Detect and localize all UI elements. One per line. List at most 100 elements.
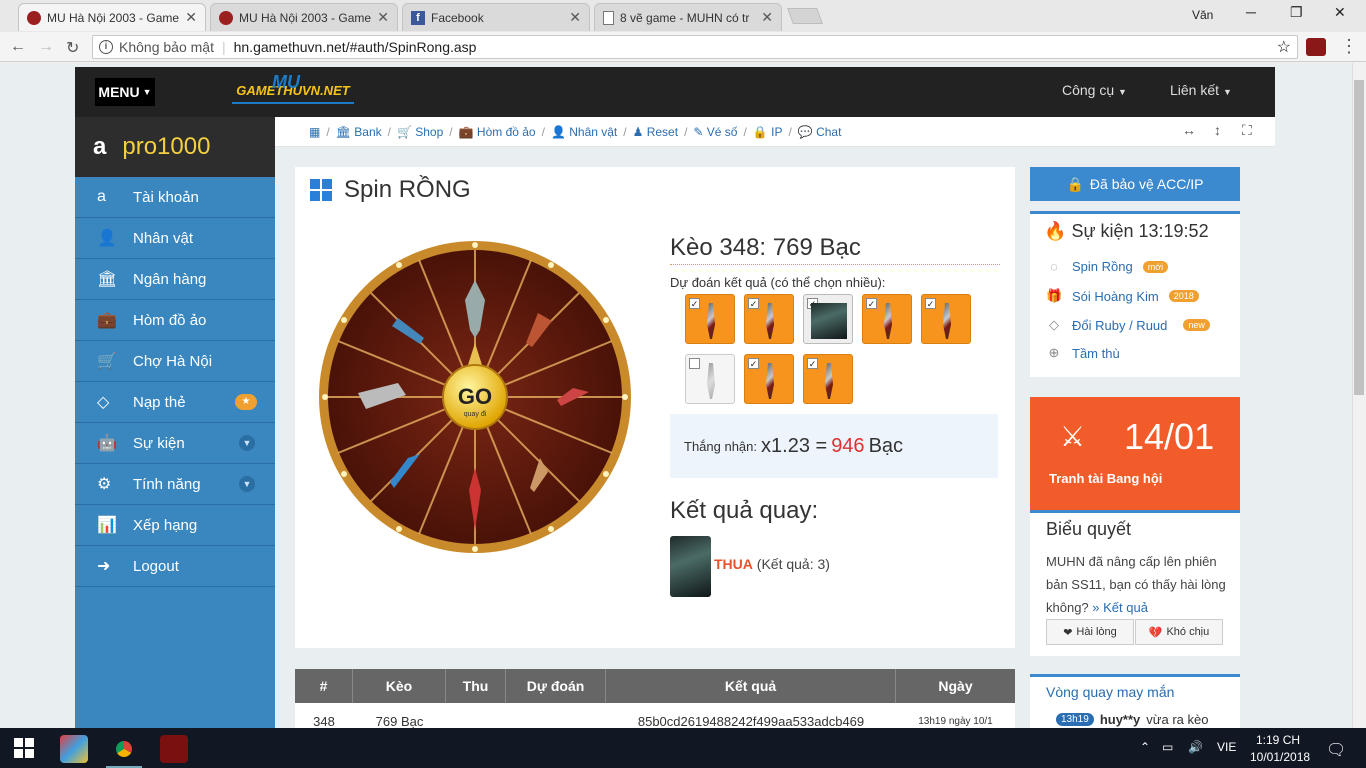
checkbox[interactable] bbox=[689, 358, 700, 369]
horizontal-resize-icon[interactable]: ↔ bbox=[1182, 122, 1196, 138]
menu-button[interactable]: MENU ▼ bbox=[95, 78, 155, 106]
site-logo-mu: MU bbox=[272, 72, 300, 92]
bookmark-star-icon[interactable]: ☆ bbox=[1277, 37, 1291, 57]
browser-tab-4[interactable]: 8 vẽ game - MUHN có tr ✕ bbox=[594, 3, 782, 31]
clock-date[interactable]: 10/01/2018 bbox=[1250, 750, 1310, 764]
reload-icon[interactable]: ↻ bbox=[66, 38, 79, 58]
checkbox[interactable]: ✓ bbox=[925, 298, 936, 309]
caret-down-icon: ▼ bbox=[1222, 87, 1232, 97]
breadcrumb-character[interactable]: 👤 Nhân vật bbox=[551, 125, 617, 139]
forward-icon[interactable]: → bbox=[38, 38, 54, 56]
close-tab-icon[interactable]: ✕ bbox=[569, 9, 581, 26]
event-spin-rong[interactable]: ◌ Spin Rồng mới bbox=[1046, 259, 1169, 274]
breadcrumb-reset[interactable]: ♟ Reset bbox=[633, 125, 678, 139]
notifications-icon[interactable]: 🗨 bbox=[1326, 740, 1346, 760]
protect-account-button[interactable]: 🔒 Đã bảo vệ ACC/IP bbox=[1030, 167, 1240, 201]
checkbox[interactable]: ✓ bbox=[748, 298, 759, 309]
url-bar[interactable]: i Không bảo mật | hn.gamethuvn.net/#auth… bbox=[92, 35, 1298, 59]
poll-text: MUHN đã nâng cấp lên phiên bản SS11, bạn… bbox=[1046, 554, 1226, 615]
bank-icon: 🏛 bbox=[97, 271, 118, 288]
close-tab-icon[interactable]: ✕ bbox=[377, 9, 389, 26]
sidebar-item-logout[interactable]: ➜ Logout bbox=[75, 546, 275, 587]
windows-start-icon[interactable] bbox=[14, 738, 34, 758]
sidebar-item-ranking[interactable]: 📊 Xếp hạng bbox=[75, 505, 275, 546]
go-sublabel: quay đi bbox=[464, 411, 487, 418]
checkbox[interactable]: ✓ bbox=[689, 298, 700, 309]
close-tab-icon[interactable]: ✕ bbox=[761, 9, 773, 26]
prediction-item-1[interactable]: ✓ bbox=[685, 294, 735, 344]
mu-game-app-icon[interactable] bbox=[160, 735, 188, 763]
prediction-item-5[interactable]: ✓ bbox=[921, 294, 971, 344]
language-indicator[interactable]: VIE bbox=[1217, 740, 1236, 754]
browser-tab-1[interactable]: MU Hà Nội 2003 - Game ✕ bbox=[18, 3, 206, 31]
sidebar-item-topup[interactable]: ◇ Nạp thẻ ★ bbox=[75, 382, 275, 423]
extension-icon[interactable] bbox=[1306, 38, 1326, 56]
new-badge: mới bbox=[1142, 260, 1169, 273]
prediction-item-2[interactable]: ✓ bbox=[744, 294, 794, 344]
calendar-icon[interactable]: ▦ bbox=[309, 125, 320, 139]
browser-tab-3[interactable]: f Facebook ✕ bbox=[402, 3, 590, 31]
profile-name[interactable]: Văn bbox=[1192, 8, 1213, 22]
event-ruby-exchange[interactable]: ◇ Đổi Ruby / Ruud new bbox=[1046, 317, 1210, 333]
paint-app-icon[interactable] bbox=[60, 735, 88, 763]
sidebar-item-inventory[interactable]: 💼 Hòm đồ ảo bbox=[75, 300, 275, 341]
breadcrumb-lottery[interactable]: ✎ Vé số bbox=[693, 125, 737, 139]
prediction-item-3[interactable]: ✓ bbox=[803, 294, 853, 344]
minimize-icon[interactable]: ─ bbox=[1246, 4, 1256, 20]
prediction-item-8[interactable]: ✓ bbox=[803, 354, 853, 404]
checkbox[interactable]: ✓ bbox=[748, 358, 759, 369]
clock-time[interactable]: 1:19 CH bbox=[1256, 733, 1300, 747]
sidebar-item-events[interactable]: 🤖 Sự kiện ▼ bbox=[75, 423, 275, 464]
vertical-resize-icon[interactable]: ↕ bbox=[1214, 122, 1221, 138]
diamond-icon: ◇ bbox=[1049, 317, 1059, 332]
breadcrumb-shop[interactable]: 🛒 Shop bbox=[397, 125, 443, 139]
browser-tab-2[interactable]: MU Hà Nội 2003 - Game ✕ bbox=[210, 3, 398, 31]
breadcrumb-chat[interactable]: 💬 Chat bbox=[798, 125, 842, 139]
checkbox[interactable]: ✓ bbox=[866, 298, 877, 309]
username: pro1000 bbox=[122, 133, 211, 160]
breadcrumb-inventory[interactable]: 💼 Hòm đồ ảo bbox=[459, 125, 536, 139]
facebook-icon: f bbox=[411, 10, 425, 25]
fullscreen-icon[interactable]: ⛶ bbox=[1242, 122, 1252, 139]
sidebar-item-account[interactable]: a Tài khoản bbox=[75, 177, 275, 218]
checkbox[interactable]: ✓ bbox=[807, 358, 818, 369]
sidebar-item-bank[interactable]: 🏛 Ngân hàng bbox=[75, 259, 275, 300]
spin-wheel[interactable]: GO quay đi bbox=[318, 238, 632, 556]
maximize-icon[interactable]: ❐ bbox=[1290, 4, 1303, 21]
sidebar-item-features[interactable]: ⚙ Tính năng ▼ bbox=[75, 464, 275, 505]
chrome-app-icon[interactable] bbox=[110, 735, 138, 763]
tray-arrow-icon[interactable]: ⌃ bbox=[1140, 740, 1150, 754]
breadcrumb-bank[interactable]: 🏛 Bank bbox=[336, 125, 382, 139]
close-tab-icon[interactable]: ✕ bbox=[185, 9, 197, 26]
sidebar-item-market[interactable]: 🛒 Chợ Hà Nội bbox=[75, 341, 275, 382]
info-icon[interactable]: i bbox=[99, 40, 113, 54]
prediction-item-6[interactable] bbox=[685, 354, 735, 404]
back-icon[interactable]: ← bbox=[10, 38, 26, 56]
scrollbar-thumb[interactable] bbox=[1354, 80, 1364, 395]
prediction-item-4[interactable]: ✓ bbox=[862, 294, 912, 344]
url-text[interactable]: hn.gamethuvn.net/#auth/SpinRong.asp bbox=[234, 39, 477, 55]
new-tab-button[interactable] bbox=[787, 8, 823, 24]
chrome-menu-icon[interactable]: ⋮ bbox=[1340, 36, 1358, 57]
links-menu[interactable]: Liên kết ▼ bbox=[1170, 82, 1232, 98]
event-revenge[interactable]: ⊕ Tầm thù bbox=[1046, 345, 1120, 361]
caret-down-icon: ▼ bbox=[142, 87, 152, 97]
chevron-down-icon[interactable]: ▼ bbox=[239, 435, 255, 451]
event-golden-wolf[interactable]: 🎁 Sói Hoàng Kim 2018 bbox=[1046, 288, 1199, 304]
weapon-image bbox=[707, 303, 715, 339]
chevron-down-icon[interactable]: ▼ bbox=[239, 476, 255, 492]
breadcrumb-ip[interactable]: 🔒 IP bbox=[753, 125, 783, 139]
close-window-icon[interactable]: ✕ bbox=[1334, 4, 1346, 21]
volume-icon[interactable]: 🔊 bbox=[1188, 740, 1203, 754]
result-status: THUA bbox=[714, 556, 753, 572]
tools-menu[interactable]: Công cụ ▼ bbox=[1062, 82, 1127, 98]
lucky-user[interactable]: huy**y bbox=[1100, 712, 1140, 727]
lucky-wheel-title[interactable]: Vòng quay may mắn bbox=[1046, 684, 1174, 700]
sidebar-item-character[interactable]: 👤 Nhân vật bbox=[75, 218, 275, 259]
prediction-item-7[interactable]: ✓ bbox=[744, 354, 794, 404]
poll-results-link[interactable]: » Kết quả bbox=[1092, 600, 1148, 615]
vote-unhappy-button[interactable]: 💔 Khó chịu bbox=[1135, 619, 1223, 645]
vote-satisfied-button[interactable]: ❤ Hài lòng bbox=[1046, 619, 1134, 645]
document-icon bbox=[603, 10, 614, 25]
tray-battery-icon[interactable]: ▭ bbox=[1162, 740, 1173, 754]
